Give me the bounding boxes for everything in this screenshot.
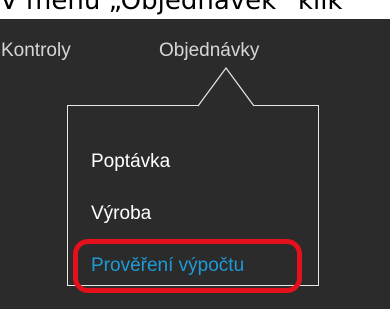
nav-item-kontroly[interactable]: Kontroly bbox=[1, 40, 71, 62]
menu-item-provereni-vypoctu[interactable]: Prověření výpočtu bbox=[91, 255, 244, 277]
nav-item-objednavky[interactable]: Objednávky bbox=[159, 40, 259, 62]
instruction-caption: V menu „Objednávek“ klik bbox=[0, 0, 343, 16]
menu-item-poptavka[interactable]: Poptávka bbox=[91, 151, 170, 173]
menu-item-vyroba[interactable]: Výroba bbox=[91, 203, 151, 225]
dropdown-caret-icon bbox=[197, 66, 255, 107]
